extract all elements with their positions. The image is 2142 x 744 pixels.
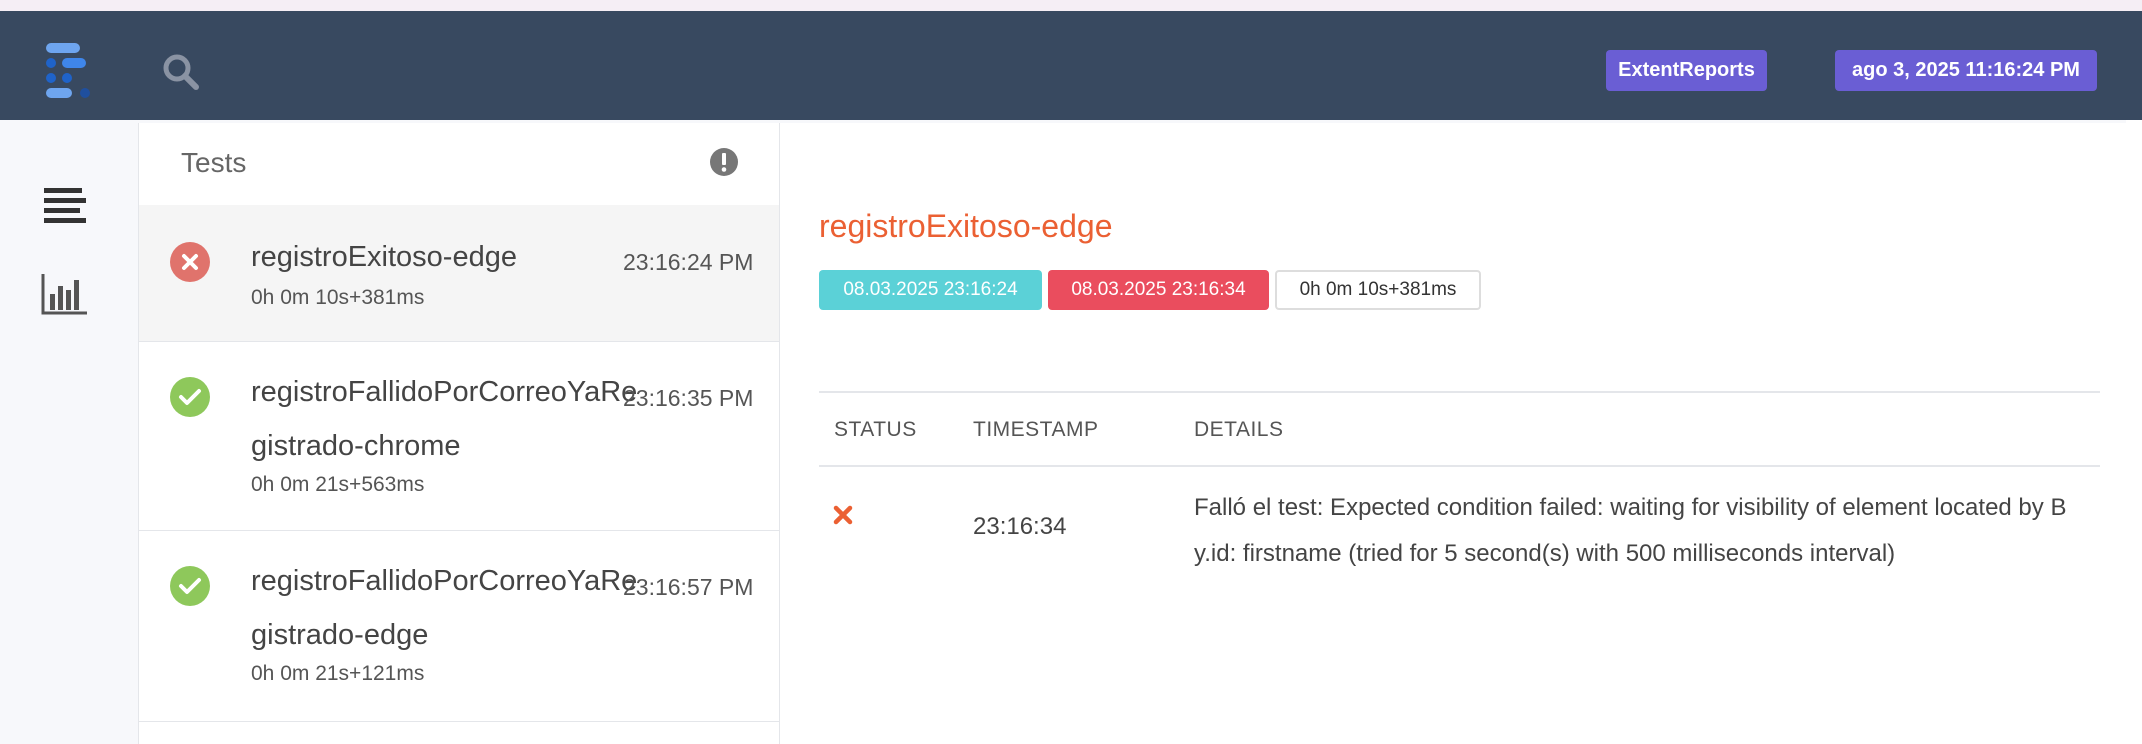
- scrollbar[interactable]: [2126, 120, 2142, 744]
- brand-badge: ExtentReports: [1606, 50, 1767, 91]
- test-duration: 0h 0m 21s+563ms: [251, 473, 425, 496]
- log-details: Falló el test: Expected condition failed…: [1194, 494, 2067, 567]
- end-time-badge: 08.03.2025 23:16:34: [1048, 270, 1269, 310]
- test-list-item[interactable]: registroFallidoPorCorreoYaRegistrado-edg…: [139, 531, 779, 722]
- test-list-header: Tests: [139, 123, 779, 206]
- test-name: registroExitoso-edge: [251, 241, 517, 273]
- test-duration: 0h 0m 10s+381ms: [251, 286, 425, 309]
- test-name: registroFallidoPorCorreoYaRegistrado-chr…: [251, 376, 638, 462]
- duration-badge: 0h 0m 10s+381ms: [1275, 270, 1481, 310]
- test-list-panel: Tests registroExitoso-edge 23:16:24 PM 0…: [138, 123, 781, 744]
- check-circle-icon: [170, 566, 210, 606]
- test-detail-panel: registroExitoso-edge 08.03.2025 23:16:24…: [780, 123, 2142, 744]
- check-circle-icon: [170, 377, 210, 417]
- bar-chart-icon[interactable]: [40, 270, 90, 320]
- column-timestamp: TIMESTAMP: [973, 418, 1099, 441]
- log-table-header: STATUS TIMESTAMP DETAILS: [819, 391, 2100, 467]
- start-time-badge: 08.03.2025 23:16:24: [819, 270, 1042, 310]
- test-time: 23:16:24 PM: [623, 249, 754, 275]
- log-timestamp: 23:16:34: [973, 513, 1067, 540]
- test-list-item[interactable]: registroFallidoPorCorreoYaRegistrado-chr…: [139, 342, 779, 531]
- report-date-badge: ago 3, 2025 11:16:24 PM: [1835, 50, 2097, 91]
- side-nav: [0, 120, 138, 744]
- column-status: STATUS: [834, 418, 917, 441]
- x-circle-icon: [170, 242, 210, 282]
- log-row: 23:16:34 Falló el test: Expected conditi…: [819, 465, 2100, 593]
- list-lines-icon[interactable]: [40, 182, 90, 232]
- test-duration: 0h 0m 21s+121ms: [251, 662, 425, 685]
- top-stripe: [0, 0, 2142, 11]
- column-details: DETAILS: [1194, 418, 1284, 441]
- detail-title: registroExitoso-edge: [819, 208, 1113, 244]
- test-time: 23:16:35 PM: [623, 385, 754, 411]
- test-list-item[interactable]: registroExitoso-edge 23:16:24 PM 0h 0m 1…: [139, 205, 779, 342]
- test-time: 23:16:57 PM: [623, 574, 754, 600]
- extent-logo-icon[interactable]: [38, 29, 100, 99]
- panel-title: Tests: [181, 147, 247, 178]
- exclamation-circle-icon[interactable]: [709, 147, 739, 177]
- test-name: registroFallidoPorCorreoYaRegistrado-edg…: [251, 565, 638, 651]
- x-mark-icon: [831, 503, 855, 527]
- search-icon[interactable]: [160, 51, 204, 95]
- top-navbar: ExtentReports ago 3, 2025 11:16:24 PM: [0, 11, 2142, 120]
